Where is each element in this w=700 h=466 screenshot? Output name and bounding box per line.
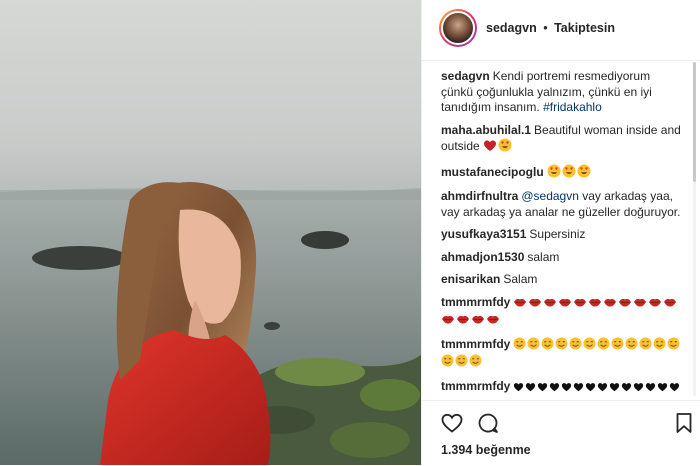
comment-item: maha.abuhilal.1 Beautiful woman inside an… — [441, 123, 690, 157]
heart-eyes-emoji-icon — [577, 164, 591, 183]
bookmark-icon[interactable] — [672, 411, 696, 435]
likes-count[interactable]: 1.394 beğenme — [441, 443, 531, 457]
smile-emoji-icon — [569, 337, 582, 355]
smile-emoji-icon — [653, 337, 666, 355]
smile-emoji-icon — [455, 354, 468, 372]
lips-emoji-icon — [513, 296, 527, 313]
post-side-panel: sedagvn • Takiptesin sedagvn Kendi portre… — [422, 0, 700, 465]
black-heart-emoji-icon — [561, 381, 572, 397]
black-heart-emoji-icon — [657, 381, 668, 397]
smile-emoji-icon — [667, 337, 680, 355]
smile-emoji-icon — [469, 354, 482, 372]
lips-emoji-icon — [648, 296, 662, 313]
caption-username[interactable]: sedagvn — [441, 69, 490, 83]
black-heart-emoji-icon — [513, 381, 524, 397]
mention-link[interactable]: @sedagvn — [521, 189, 582, 203]
lips-emoji-icon — [558, 296, 572, 313]
comment-item: mustafanecipoglu — [441, 164, 690, 183]
heart-eyes-emoji-icon — [547, 164, 561, 183]
smile-emoji-icon — [555, 337, 568, 355]
comment-username[interactable]: tmmmrmfdy — [441, 337, 510, 351]
comment-item: tmmmrmfdy — [441, 337, 690, 372]
post-header: sedagvn • Takiptesin — [422, 0, 700, 61]
lips-emoji-icon — [486, 313, 500, 330]
black-heart-emoji-icon — [621, 381, 632, 397]
separator-dot: • — [543, 21, 548, 35]
smile-emoji-icon — [527, 337, 540, 355]
comment-item: ahmdirfnultra @sedagvn vay arkadaş yaa, v… — [441, 189, 690, 220]
black-heart-emoji-icon — [645, 381, 656, 397]
smile-emoji-icon — [625, 337, 638, 355]
comment-item: tmmmrmfdy — [441, 295, 690, 330]
post-photo[interactable] — [0, 0, 421, 465]
comment-text: Supersiniz — [529, 227, 586, 241]
heart-outline-icon[interactable] — [440, 411, 464, 435]
heart-emoji-icon — [483, 139, 497, 157]
rock — [32, 246, 128, 270]
lips-emoji-icon — [633, 296, 647, 313]
lips-emoji-icon — [543, 296, 557, 313]
comment-text: Salam — [503, 272, 538, 286]
comment-username[interactable]: tmmmrmfdy — [441, 295, 510, 309]
comment-bubble-icon[interactable] — [476, 411, 500, 435]
black-heart-emoji-icon — [669, 381, 680, 397]
comment-username[interactable]: ahmadjon1530 — [441, 250, 524, 264]
lips-emoji-icon — [603, 296, 617, 313]
black-heart-emoji-icon — [609, 381, 620, 397]
comment-item: yusufkaya3151 Supersiniz — [441, 227, 690, 243]
smile-emoji-icon — [583, 337, 596, 355]
smile-emoji-icon — [541, 337, 554, 355]
lips-emoji-icon — [471, 313, 485, 330]
lips-emoji-icon — [441, 313, 455, 330]
header-text: sedagvn • Takiptesin — [486, 21, 615, 35]
black-heart-emoji-icon — [549, 381, 560, 397]
comment-item: ahmadjon1530 salam — [441, 250, 690, 266]
comment-username[interactable]: yusufkaya3151 — [441, 227, 526, 241]
heart-eyes-emoji-icon — [562, 164, 576, 183]
lips-emoji-icon — [663, 296, 677, 313]
hashtag-link[interactable]: #fridakahlo — [543, 100, 602, 114]
black-heart-emoji-icon — [525, 381, 536, 397]
smile-emoji-icon — [639, 337, 652, 355]
lips-emoji-icon — [573, 296, 587, 313]
smile-emoji-icon — [441, 354, 454, 372]
comment-username[interactable]: ahmdirfnultra — [441, 189, 518, 203]
lips-emoji-icon — [456, 313, 470, 330]
comment-username[interactable]: enisarikan — [441, 272, 500, 286]
lips-emoji-icon — [588, 296, 602, 313]
black-heart-emoji-icon — [537, 381, 548, 397]
lips-emoji-icon — [618, 296, 632, 313]
black-heart-emoji-icon — [585, 381, 596, 397]
smile-emoji-icon — [611, 337, 624, 355]
black-heart-emoji-icon — [633, 381, 644, 397]
black-heart-emoji-icon — [573, 381, 584, 397]
rock — [301, 231, 349, 249]
comment-item: enisarikan Salam — [441, 272, 690, 288]
portrait-scene — [0, 182, 421, 465]
heart-eyes-emoji-icon — [498, 138, 512, 157]
smile-emoji-icon — [513, 337, 526, 355]
comment-username[interactable]: mustafanecipoglu — [441, 165, 544, 179]
comment-item: tmmmrmfdy — [441, 379, 690, 397]
comment-username[interactable]: maha.abuhilal.1 — [441, 123, 531, 137]
black-heart-emoji-icon — [597, 381, 608, 397]
smile-emoji-icon — [597, 337, 610, 355]
follow-button[interactable]: Takiptesin — [554, 21, 615, 35]
author-username[interactable]: sedagvn — [486, 21, 537, 35]
comments-scrollbar[interactable] — [693, 62, 696, 396]
post-actions: 1.394 beğenme — [422, 400, 700, 466]
comment-username[interactable]: tmmmrmfdy — [441, 379, 510, 393]
comment-text: salam — [527, 249, 560, 264]
comments-list[interactable]: sedagvn Kendi portremi resmediyorum çünkü… — [422, 62, 690, 396]
caption: sedagvn Kendi portremi resmediyorum çünkü… — [441, 69, 690, 116]
avatar[interactable] — [439, 9, 477, 47]
lips-emoji-icon — [528, 296, 542, 313]
